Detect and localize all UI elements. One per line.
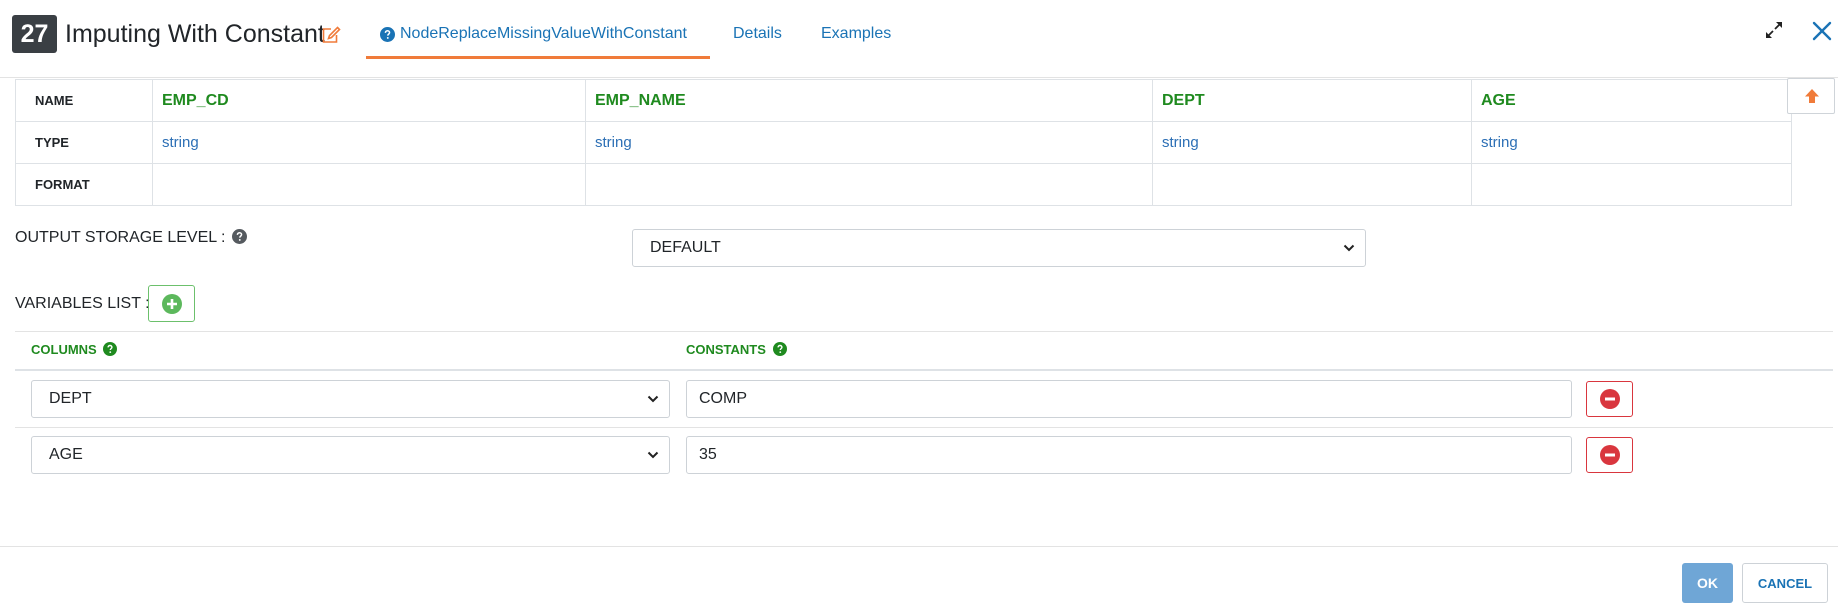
node-number-badge: 27 <box>12 15 57 53</box>
schema-col-name: EMP_NAME <box>585 79 1153 122</box>
schema-row-label-name: NAME <box>15 79 153 122</box>
chevron-down-icon <box>1343 244 1355 252</box>
schema-col-format <box>1152 163 1472 206</box>
plus-circle-icon <box>162 294 182 314</box>
expand-icon[interactable] <box>1764 20 1784 40</box>
schema-row-name: NAME EMP_CD EMP_NAME DEPT AGE <box>15 79 1792 122</box>
arrow-up-icon <box>1805 89 1819 103</box>
remove-variable-button[interactable] <box>1586 381 1633 417</box>
question-circle-icon[interactable] <box>103 342 118 356</box>
tab-examples[interactable]: Examples <box>821 22 891 48</box>
schema-col-type: string <box>1471 121 1792 164</box>
divider <box>15 427 1833 428</box>
dialog-header: 27 Imputing With Constant NodeReplaceMis… <box>0 0 1838 78</box>
tab-node-help-label: NodeReplaceMissingValueWithConstant <box>400 25 687 42</box>
remove-variable-button[interactable] <box>1586 437 1633 473</box>
schema-col-type: string <box>585 121 1153 164</box>
question-circle-icon[interactable] <box>772 342 787 356</box>
output-storage-label: OUTPUT STORAGE LEVEL : <box>15 229 247 247</box>
ok-button[interactable]: OK <box>1682 563 1733 603</box>
schema-col-name: AGE <box>1471 79 1792 122</box>
divider <box>15 369 1833 371</box>
schema-col-format <box>585 163 1153 206</box>
add-variable-button[interactable] <box>148 285 195 322</box>
variable-constant-input[interactable] <box>686 436 1572 474</box>
question-circle-icon <box>380 26 395 42</box>
schema-row-label-format: FORMAT <box>15 163 153 206</box>
tab-details[interactable]: Details <box>733 22 782 48</box>
columns-header-text: COLUMNS <box>31 342 97 357</box>
node-title: Imputing With Constant <box>65 20 325 48</box>
variable-column-select[interactable]: DEPT <box>31 380 670 418</box>
chevron-down-icon <box>647 451 659 459</box>
output-storage-select[interactable]: DEFAULT <box>632 229 1366 267</box>
cancel-button[interactable]: CANCEL <box>1742 563 1828 603</box>
schema-col-type: string <box>152 121 586 164</box>
variable-column-value: AGE <box>49 446 83 463</box>
schema-row-label-type: TYPE <box>15 121 153 164</box>
variable-constant-input[interactable] <box>686 380 1572 418</box>
minus-circle-icon <box>1600 445 1620 465</box>
columns-header: COLUMNS <box>31 342 118 357</box>
tab-node-help[interactable]: NodeReplaceMissingValueWithConstant <box>366 22 710 59</box>
constants-header-text: CONSTANTS <box>686 342 766 357</box>
schema-col-format <box>1471 163 1792 206</box>
output-storage-label-text: OUTPUT STORAGE LEVEL : <box>15 229 226 246</box>
variable-column-value: DEPT <box>49 390 92 407</box>
chevron-down-icon <box>647 395 659 403</box>
minus-circle-icon <box>1600 389 1620 409</box>
schema-row-format: FORMAT <box>15 163 1792 206</box>
output-storage-value: DEFAULT <box>650 239 721 256</box>
schema-col-name: DEPT <box>1152 79 1472 122</box>
footer-divider <box>0 546 1838 547</box>
scroll-up-button[interactable] <box>1787 78 1835 114</box>
schema-col-format <box>152 163 586 206</box>
variable-column-select[interactable]: AGE <box>31 436 670 474</box>
variables-list-label: VARIABLES LIST : <box>15 295 150 312</box>
question-circle-icon[interactable] <box>231 229 247 244</box>
constants-header: CONSTANTS <box>686 342 787 357</box>
schema-table: NAME EMP_CD EMP_NAME DEPT AGE TYPE strin… <box>15 79 1792 206</box>
schema-col-type: string <box>1152 121 1472 164</box>
schema-col-name: EMP_CD <box>152 79 586 122</box>
divider <box>15 331 1833 332</box>
edit-icon[interactable] <box>321 26 341 44</box>
schema-row-type: TYPE string string string string <box>15 121 1792 164</box>
close-icon[interactable] <box>1811 20 1833 42</box>
